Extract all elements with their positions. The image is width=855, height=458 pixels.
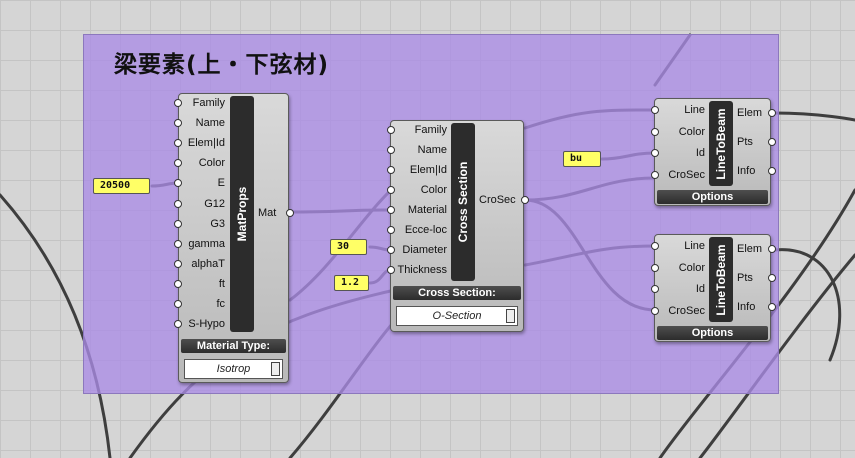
cross-section-output-grip[interactable] [521,196,529,204]
line-to-beam-2-input-2[interactable]: Id [658,282,705,296]
dropdown-arrow-icon[interactable] [271,362,280,376]
panel-diameter[interactable]: 30 [330,239,367,255]
line-to-beam-1-input-0-grip[interactable] [651,106,659,114]
line-to-beam-label-1: LineToBeam [714,107,728,180]
cross-section-caption: Cross Section: [393,286,521,300]
line-to-beam-2-output-1[interactable]: Pts [737,271,753,285]
matprops-input-8-grip[interactable] [174,259,182,268]
matprops-input-9[interactable]: ft [182,277,225,291]
line-to-beam-2-input-3[interactable]: CroSec [658,304,705,318]
matprops-input-9-grip[interactable] [174,279,182,288]
cross-section-dropdown[interactable]: O-Section [396,306,518,326]
cross-section-input-2-grip[interactable] [387,166,395,174]
line-to-beam-2-output-2[interactable]: Info [737,300,755,314]
grasshopper-canvas[interactable]: 梁要素(上・下弦材) MatProps Material Type: Isotr… [0,0,855,458]
line-to-beam-2-input-2-grip[interactable] [651,285,659,293]
matprops-input-7-grip[interactable] [174,239,182,248]
matprops-input-11[interactable]: S-Hypo [182,317,225,331]
cross-section-body[interactable]: Cross Section [451,123,475,281]
cross-section-label: Cross Section [456,161,470,243]
cross-section-input-2[interactable]: Elem|Id [394,163,447,177]
matprops-dropdown[interactable]: Isotrop [184,359,283,379]
line-to-beam-2-output-0-grip[interactable] [768,245,776,253]
cross-section-dropdown-value: O-Section [432,310,482,322]
line-to-beam-2-input-1-grip[interactable] [651,263,659,272]
line-to-beam-2-output-0[interactable]: Elem [737,242,762,256]
cross-section-input-1[interactable]: Name [394,143,447,157]
matprops-input-1[interactable]: Name [182,116,225,130]
cross-section-input-7[interactable]: Thickness [394,263,447,277]
line-to-beam-2-output-1-grip[interactable] [768,274,776,282]
matprops-dropdown-value: Isotrop [216,363,251,375]
line-to-beam-2-output-2-grip[interactable] [768,303,776,311]
cross-section-input-0[interactable]: Family [394,123,447,137]
matprops-input-7[interactable]: gamma [182,237,225,251]
matprops-input-10-grip[interactable] [174,300,182,308]
panel-id[interactable]: bu [563,151,601,167]
cross-section-input-5[interactable]: Ecce-loc [394,223,447,237]
matprops-input-8[interactable]: alphaT [182,257,225,271]
matprops-input-5-grip[interactable] [174,199,182,208]
line-to-beam-2-input-3-grip[interactable] [651,306,659,315]
cross-section-input-1-grip[interactable] [387,146,395,154]
line-to-beam-1-input-1-grip[interactable] [651,127,659,136]
matprops-input-10[interactable]: fc [182,297,225,311]
cross-section-input-6[interactable]: Diameter [394,243,447,257]
cross-section-input-3[interactable]: Color [394,183,447,197]
line-to-beam-body-1[interactable]: LineToBeam [709,101,733,186]
line-to-beam-1-input-1[interactable]: Color [658,125,705,139]
line-to-beam-2-input-0[interactable]: Line [658,239,705,253]
cross-section-output[interactable]: CroSec [479,193,516,207]
cross-section-input-4[interactable]: Material [394,203,447,217]
matprops-label: MatProps [235,186,249,242]
cross-section-input-0-grip[interactable] [387,126,395,134]
line-to-beam-1-output-1-grip[interactable] [768,138,776,146]
line-to-beam-1-input-2-grip[interactable] [651,149,659,157]
line-to-beam-1-output-0-grip[interactable] [768,109,776,117]
group-title: 梁要素(上・下弦材) [114,52,330,78]
dropdown-arrow-icon[interactable] [506,309,515,323]
matprops-output[interactable]: Mat [258,206,276,220]
matprops-input-2[interactable]: Elem|Id [182,136,225,150]
matprops-input-4[interactable]: E [182,176,225,190]
line-to-beam-1-input-3[interactable]: CroSec [658,168,705,182]
line-to-beam-1-output-1[interactable]: Pts [737,135,753,149]
matprops-body[interactable]: MatProps [230,96,254,332]
matprops-input-0-grip[interactable] [174,99,182,107]
panel-e-value[interactable]: 20500 [93,178,150,194]
line-to-beam-1-output-2-grip[interactable] [768,167,776,175]
cross-section-input-5-grip[interactable] [387,226,395,234]
line-to-beam-1-input-0[interactable]: Line [658,103,705,117]
line-to-beam-label-2: LineToBeam [714,243,728,316]
cross-section-input-4-grip[interactable] [387,206,395,214]
matprops-caption: Material Type: [181,339,286,353]
line-to-beam-1-input-2[interactable]: Id [658,146,705,160]
matprops-input-3[interactable]: Color [182,156,225,170]
matprops-input-0[interactable]: Family [182,96,225,110]
line-to-beam-options-1[interactable]: Options [657,190,768,204]
matprops-output-grip[interactable] [286,209,294,217]
line-to-beam-2-input-0-grip[interactable] [651,242,659,250]
wire-bg-right-1 [773,111,855,122]
line-to-beam-body-2[interactable]: LineToBeam [709,237,733,322]
panel-thickness[interactable]: 1.2 [334,275,369,291]
matprops-input-6[interactable]: G3 [182,217,225,231]
line-to-beam-1-output-0[interactable]: Elem [737,106,762,120]
line-to-beam-1-input-3-grip[interactable] [651,170,659,179]
line-to-beam-options-2[interactable]: Options [657,326,768,340]
matprops-input-5[interactable]: G12 [182,197,225,211]
line-to-beam-2-input-1[interactable]: Color [658,261,705,275]
cross-section-input-6-grip[interactable] [387,246,395,254]
cross-section-input-7-grip[interactable] [387,266,395,274]
line-to-beam-1-output-2[interactable]: Info [737,164,755,178]
matprops-input-6-grip[interactable] [174,219,182,228]
cross-section-input-3-grip[interactable] [387,186,395,194]
